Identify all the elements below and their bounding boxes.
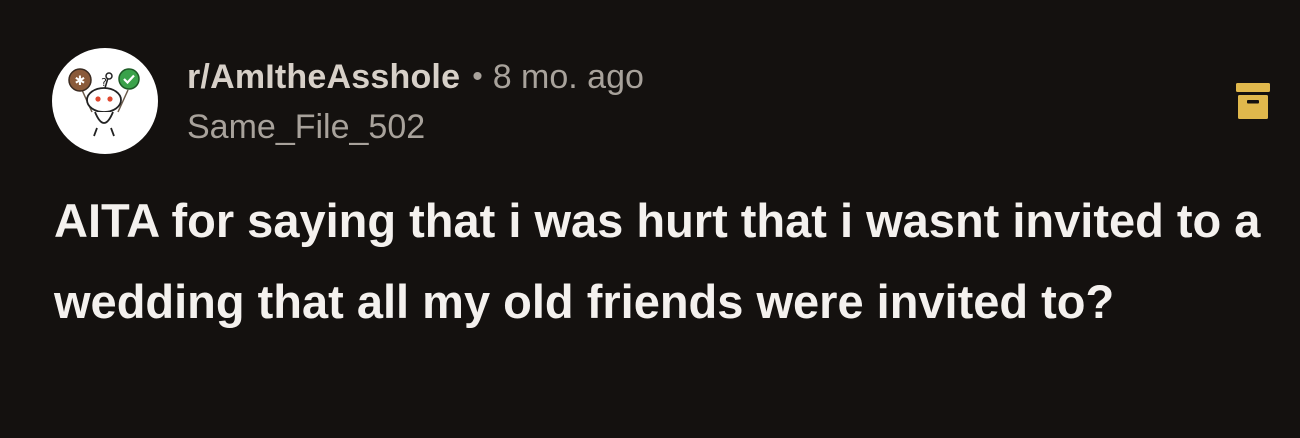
subreddit-link[interactable]: r/AmItheAsshole [187, 58, 460, 97]
meta-separator: • [472, 60, 483, 93]
svg-text:✱: ✱ [75, 74, 86, 89]
post-title[interactable]: AITA for saying that i was hurt that i w… [54, 180, 1264, 342]
post-age: 8 mo. ago [492, 57, 644, 96]
reddit-snoo-avatar-icon: ✱ ? [68, 68, 140, 137]
archive-box-icon [1236, 83, 1270, 119]
subreddit-avatar[interactable]: ✱ ? [52, 48, 158, 154]
author-username[interactable]: Same_File_502 [187, 108, 425, 147]
post-meta: r/AmItheAsshole • 8 mo. ago [187, 55, 644, 99]
reddit-post-card: ✱ ? r/AmItheAsshole • 8 mo. ago Same_Fil… [0, 0, 1300, 438]
svg-text:?: ? [101, 76, 107, 89]
